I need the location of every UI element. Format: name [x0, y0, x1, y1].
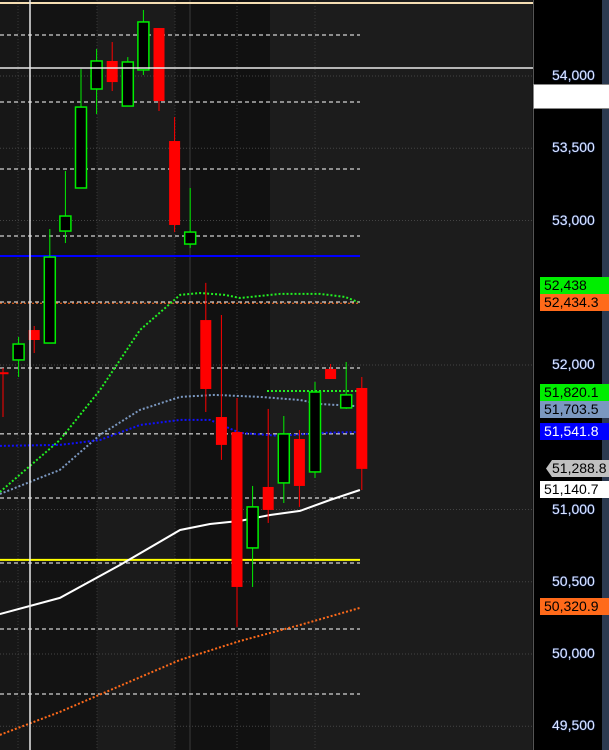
candle-up [43, 256, 57, 344]
candle-down [106, 60, 118, 83]
price-tag: 52,434.3 [540, 294, 609, 311]
price-tag: 52,438 [540, 277, 609, 294]
candle-down [169, 141, 181, 225]
price-tag: 51,140.7 [540, 481, 609, 498]
candle-up [277, 433, 291, 484]
y-tick-label: 52,000 [552, 356, 595, 372]
candle-down [293, 438, 305, 486]
candle-up [339, 394, 353, 409]
y-tick-label: 50,500 [552, 572, 595, 589]
candle-up [246, 506, 259, 549]
chart-window: 54,000 53,500 53,000 52,000 51,000 50,500 50,0… [0, 0, 609, 750]
candle-down [215, 417, 227, 445]
price-tag: 51,288.8 [546, 460, 609, 477]
price-tag: 51,820.1 [540, 384, 609, 401]
y-tick-label: 53,000 [552, 211, 595, 228]
background-band [97, 0, 175, 750]
candle-up [12, 343, 25, 361]
y-tick-label: 49,500 [552, 717, 595, 734]
background-band [175, 0, 190, 750]
candle-up [90, 60, 103, 90]
candle-down [356, 387, 368, 469]
price-axis[interactable] [533, 0, 604, 750]
candle-down [200, 320, 212, 389]
y-tick-label: 51,000 [552, 500, 595, 517]
background-band [270, 0, 532, 750]
crosshair-price-box [533, 84, 609, 109]
candle-down [325, 369, 337, 380]
y-tick-label: 53,500 [552, 139, 595, 156]
window-edge [602, 0, 609, 750]
price-tag: 50,320.9 [540, 598, 609, 615]
y-tick-label: 50,000 [552, 645, 595, 661]
price-tag: 51,541.8 [540, 423, 609, 440]
candle-down [231, 432, 243, 587]
candle-up [183, 231, 197, 245]
background-band [0, 0, 30, 750]
candle-up [59, 215, 72, 232]
y-tick-label: 54,000 [552, 67, 595, 83]
candle-up [74, 106, 88, 189]
candle-down [153, 28, 165, 101]
candle-down [262, 486, 274, 510]
candle-up [308, 391, 322, 473]
candle-up [137, 21, 150, 71]
price-tag: 51,703.5 [540, 401, 609, 418]
candle-down [0, 372, 9, 375]
price-chart[interactable] [0, 0, 609, 750]
